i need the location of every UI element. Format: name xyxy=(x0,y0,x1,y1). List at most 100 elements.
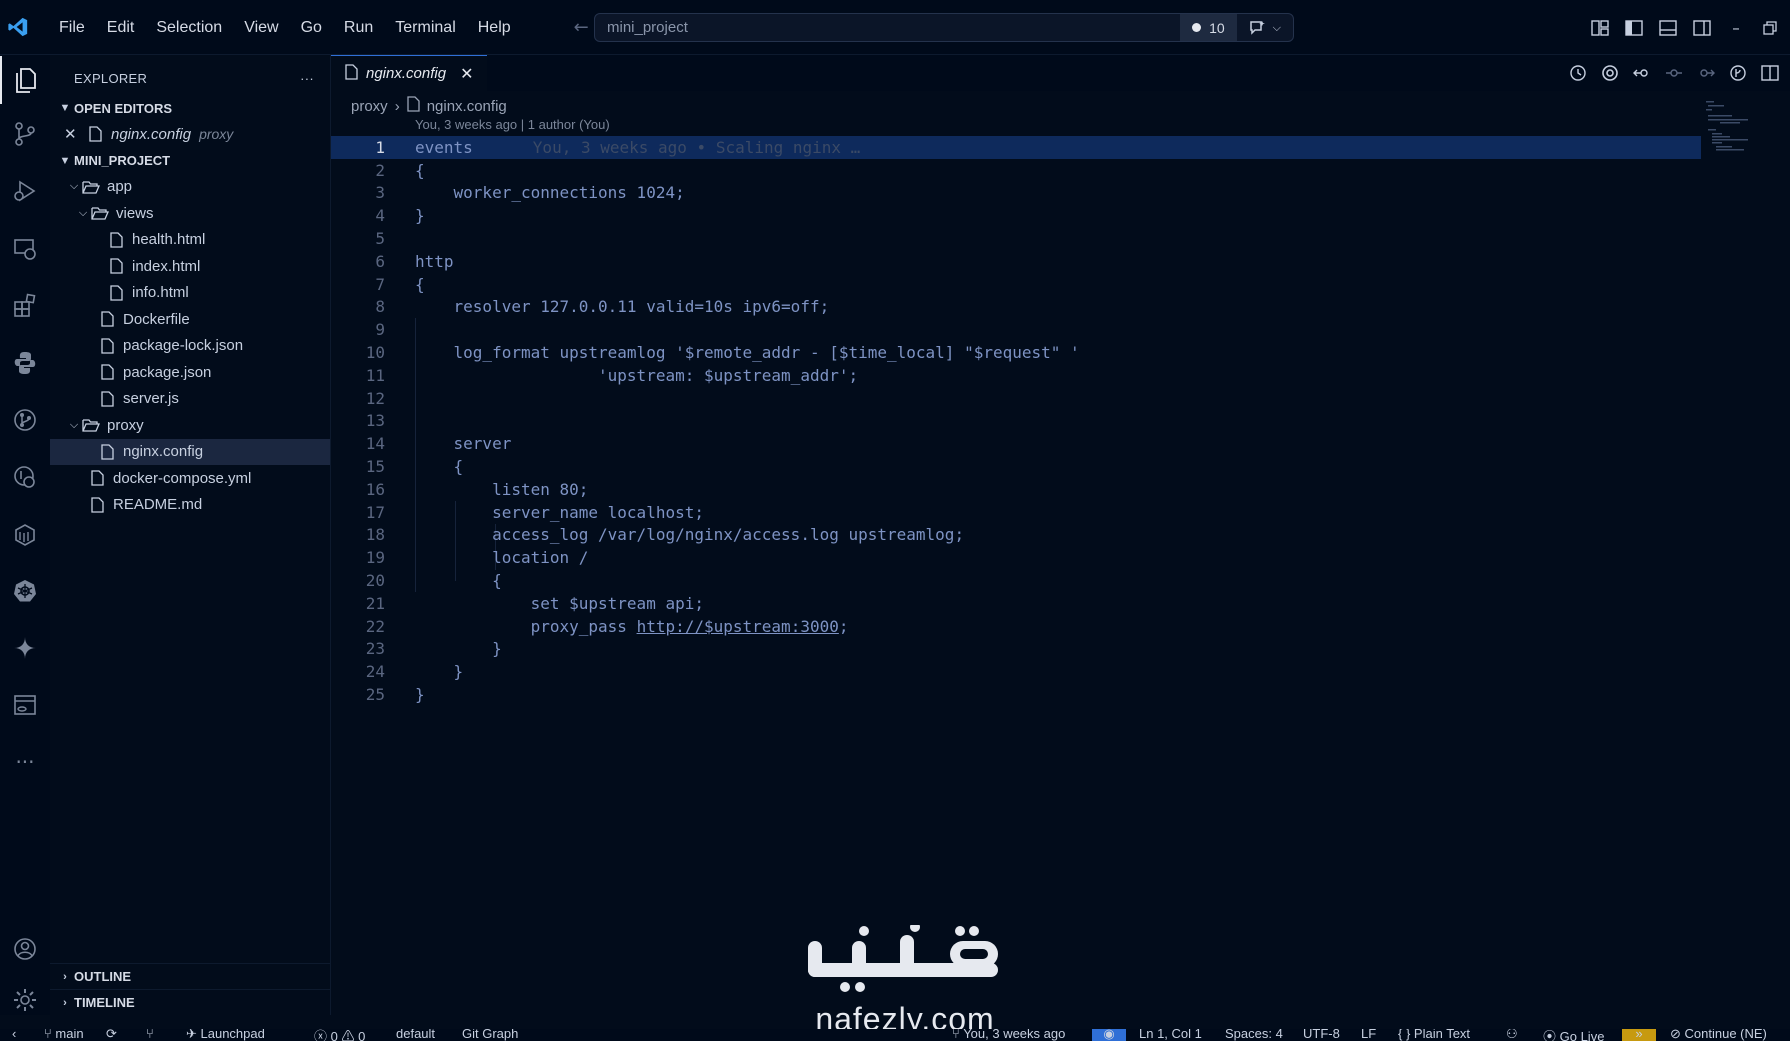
menu-view[interactable]: View xyxy=(233,0,289,55)
menu-edit[interactable]: Edit xyxy=(96,0,146,55)
go-live-item[interactable]: ⦿ Go Live xyxy=(1543,1029,1604,1041)
toggle-primary-sidebar-icon[interactable] xyxy=(1624,18,1644,38)
more-icon[interactable]: ··· xyxy=(0,738,50,786)
problems-item[interactable]: ⓧ 0 ⚠ 0 xyxy=(314,1029,365,1041)
command-center-search[interactable]: mini_project xyxy=(595,19,1180,36)
code-text: { xyxy=(415,571,502,591)
breadcrumb-file[interactable]: nginx.config xyxy=(427,98,507,115)
tree-file-health[interactable]: health.html xyxy=(50,227,330,254)
close-icon[interactable]: ✕ xyxy=(460,64,473,84)
language-mode[interactable]: { } Plain Text xyxy=(1398,1029,1470,1041)
chevron-right-icon: › xyxy=(63,970,67,983)
blame-codelens[interactable]: You, 3 weeks ago | 1 author (You) xyxy=(415,117,610,132)
code-text: log_format upstreamlog '$remote_addr - [… xyxy=(415,343,1080,363)
code-text: resolver 127.0.0.11 valid=10s ipv6=off; xyxy=(415,297,830,317)
language-label: Plain Text xyxy=(1413,1029,1471,1041)
gitlens-toggle-icon[interactable] xyxy=(1728,63,1748,83)
open-editors-section[interactable]: ▼ OPEN EDITORS xyxy=(50,95,330,121)
settings-gear-icon[interactable] xyxy=(0,976,50,1024)
copilot-status-icon[interactable]: ◉ xyxy=(1092,1029,1126,1041)
history-icon[interactable] xyxy=(1568,63,1588,83)
run-debug-icon[interactable] xyxy=(0,167,50,215)
tree-file-server[interactable]: server.js xyxy=(50,386,330,413)
open-editor-item[interactable]: ✕ nginx.config proxy xyxy=(50,121,330,148)
code-text: ; xyxy=(838,616,849,636)
profile-item[interactable]: default xyxy=(396,1029,435,1041)
split-editor-icon[interactable] xyxy=(1760,63,1780,83)
continue-item[interactable]: ⊘ Continue (NE) xyxy=(1670,1029,1767,1041)
timeline-section[interactable]: › TIMELINE xyxy=(50,989,331,1015)
menu-selection[interactable]: Selection xyxy=(145,0,233,55)
toggle-panel-icon[interactable] xyxy=(1658,18,1678,38)
openai-icon[interactable] xyxy=(1600,63,1620,83)
open-changes-icon[interactable] xyxy=(1632,63,1652,83)
database-icon[interactable] xyxy=(0,681,50,729)
end-of-line[interactable]: LF xyxy=(1361,1029,1376,1041)
folder-open-icon xyxy=(82,416,100,434)
code-editor[interactable]: 1 events You, 3 weeks ago • Scaling nginx … xyxy=(331,136,1701,706)
folder-open-icon xyxy=(82,178,100,196)
explorer-icon[interactable] xyxy=(0,56,50,104)
continue-logo-icon[interactable]: » xyxy=(1622,1029,1656,1041)
blame-status[interactable]: ⑂ You, 3 weeks ago xyxy=(952,1029,1065,1041)
file-icon xyxy=(98,443,116,461)
remote-indicator-icon[interactable]: ‹ xyxy=(12,1029,16,1041)
outline-section[interactable]: › OUTLINE xyxy=(50,963,331,989)
minimap[interactable] xyxy=(1706,99,1776,169)
tree-file-package-json[interactable]: package.json xyxy=(50,359,330,386)
tree-file-readme[interactable]: README.md xyxy=(50,492,330,519)
source-control-icon[interactable] xyxy=(0,110,50,158)
accounts-icon[interactable] xyxy=(0,925,50,973)
explorer-more-icon[interactable]: ··· xyxy=(300,71,314,86)
kubernetes-icon[interactable] xyxy=(0,567,50,615)
tree-folder-views[interactable]: ⌵ views xyxy=(50,200,330,227)
menu-run[interactable]: Run xyxy=(333,0,384,55)
tree-folder-proxy[interactable]: ⌵ proxy xyxy=(50,412,330,439)
gitlens-inspect-icon[interactable] xyxy=(0,453,50,501)
git-graph-button[interactable]: Git Graph xyxy=(462,1029,518,1041)
docker-icon[interactable] xyxy=(0,510,50,558)
cursor-position[interactable]: Ln 1, Col 1 xyxy=(1139,1029,1202,1041)
menu-help[interactable]: Help xyxy=(467,0,522,55)
customize-layout-icon[interactable] xyxy=(1590,18,1610,38)
gitlens-icon[interactable] xyxy=(0,396,50,444)
tree-file-dockerfile[interactable]: Dockerfile xyxy=(50,306,330,333)
extensions-icon[interactable] xyxy=(0,282,50,330)
tree-file-index[interactable]: index.html xyxy=(50,253,330,280)
project-section[interactable]: ▼ MINI_PROJECT xyxy=(50,148,330,174)
branch-indicator[interactable]: ⑂ main xyxy=(44,1029,84,1041)
sync-icon[interactable]: ⟳ xyxy=(106,1029,117,1041)
git-graph-icon[interactable]: ⑂ xyxy=(146,1029,154,1041)
toggle-secondary-sidebar-icon[interactable] xyxy=(1692,18,1712,38)
tree-file-nginx[interactable]: nginx.config xyxy=(50,438,330,465)
menu-file[interactable]: File xyxy=(48,0,96,55)
next-change-icon[interactable] xyxy=(1696,63,1716,83)
indentation[interactable]: Spaces: 4 xyxy=(1225,1029,1283,1041)
extension-icon[interactable]: ⚇ xyxy=(1506,1029,1518,1041)
menu-terminal[interactable]: Terminal xyxy=(384,0,466,55)
close-icon[interactable]: ✕ xyxy=(64,125,82,143)
python-icon[interactable] xyxy=(0,339,50,387)
launchpad-item[interactable]: ✈ Launchpad xyxy=(186,1029,265,1041)
restore-icon[interactable] xyxy=(1760,18,1780,38)
encoding[interactable]: UTF-8 xyxy=(1303,1029,1340,1041)
breadcrumb-folder[interactable]: proxy xyxy=(351,98,388,115)
commit-icon[interactable] xyxy=(1664,63,1684,83)
remote-explorer-icon[interactable] xyxy=(0,225,50,273)
tree-file-package-lock[interactable]: package-lock.json xyxy=(50,333,330,360)
errors-count: 0 xyxy=(330,1029,338,1041)
minimize-icon[interactable]: – xyxy=(1726,18,1746,38)
menu-go[interactable]: Go xyxy=(290,0,333,55)
chevron-down-icon[interactable]: ⌵ xyxy=(1273,21,1281,35)
tree-file-info[interactable]: info.html xyxy=(50,280,330,307)
command-center[interactable]: mini_project 10 ⌵ xyxy=(594,13,1294,42)
tree-label: nginx.config xyxy=(123,443,204,461)
gemini-sparkle-icon[interactable] xyxy=(0,624,50,672)
code-link[interactable]: http://$upstream:3000 xyxy=(637,617,839,636)
tab-nginx-config[interactable]: nginx.config ✕ xyxy=(331,55,488,91)
chat-button[interactable]: ⌵ xyxy=(1237,20,1293,36)
back-arrow-icon[interactable]: ← xyxy=(574,17,589,38)
tree-folder-app[interactable]: ⌵ app xyxy=(50,174,330,201)
notification-badge[interactable]: 10 xyxy=(1180,14,1237,41)
tree-file-compose[interactable]: docker-compose.yml xyxy=(50,465,330,492)
